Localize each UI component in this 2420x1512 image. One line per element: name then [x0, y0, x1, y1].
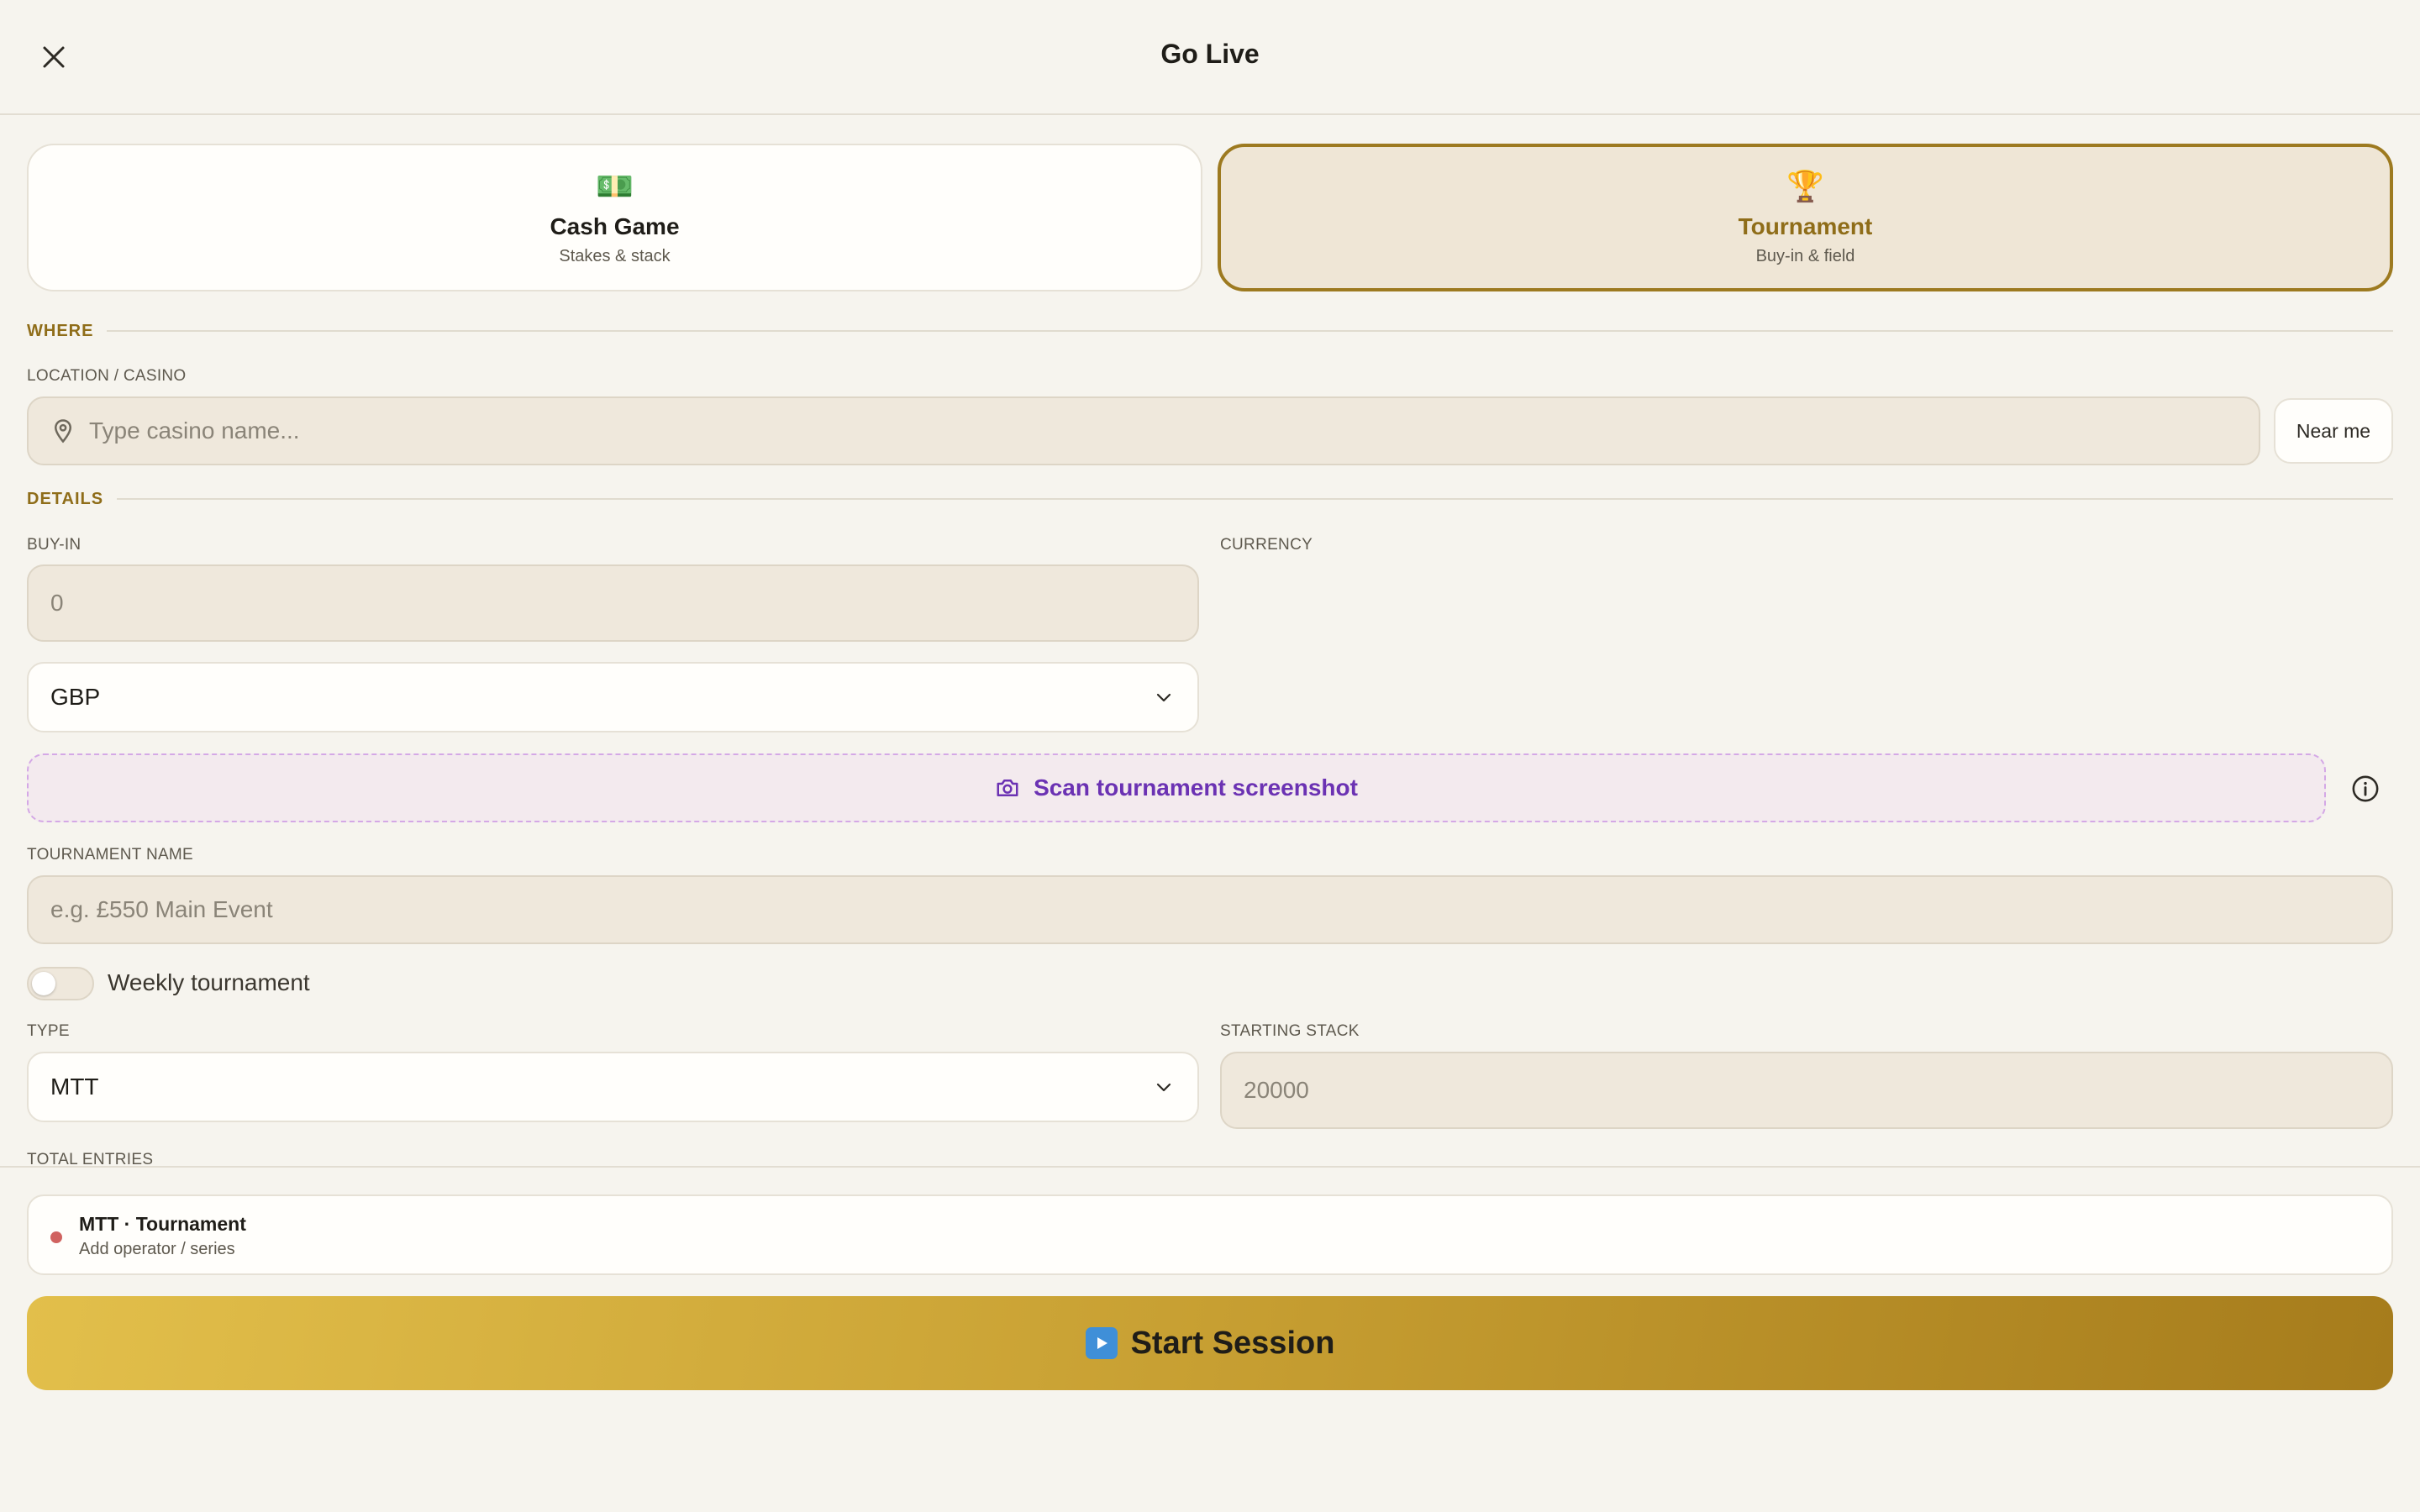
cash-game-option[interactable]: 💵 Cash Game Stakes & stack [27, 144, 1202, 291]
buy-in-value: 0 [50, 590, 64, 616]
currency-select[interactable]: GBP [27, 662, 1199, 732]
tournament-name-input[interactable]: e.g. £550 Main Event [27, 875, 2393, 944]
where-section-label: WHERE [27, 321, 94, 340]
details-section-header: DETAILS [27, 486, 2393, 512]
tournament-name-label: TOURNAMENT NAME [27, 846, 194, 864]
summary-title: MTT · Tournament [79, 1213, 246, 1235]
money-icon: 💵 [596, 168, 634, 203]
scan-label: Scan tournament screenshot [1034, 774, 1358, 801]
camera-icon [995, 775, 1020, 801]
type-label: TYPE [27, 1022, 70, 1040]
summary-subtitle: Add operator / series [79, 1240, 235, 1258]
type-value: MTT [50, 1074, 99, 1100]
details-section-label: DETAILS [27, 489, 104, 508]
footer-divider [0, 1166, 2420, 1168]
session-summary[interactable]: MTT · Tournament Add operator / series [27, 1194, 2393, 1275]
section-divider [117, 498, 2393, 500]
go-live-page: Go Live 💵 Cash Game Stakes & stack 🏆 Tou… [0, 0, 2420, 1512]
location-label: LOCATION / CASINO [27, 367, 187, 385]
starting-stack-label: STARTING STACK [1220, 1022, 1360, 1040]
weekly-label: Weekly tournament [108, 969, 310, 995]
trophy-icon: 🏆 [1786, 168, 1824, 203]
map-pin-icon [54, 419, 72, 444]
tournament-option[interactable]: 🏆 Tournament Buy-in & field [1218, 144, 2393, 291]
total-entries-label: TOTAL ENTRIES [27, 1151, 154, 1164]
chevron-down-icon [1156, 1083, 1171, 1092]
currency-label: CURRENCY [1220, 536, 1313, 554]
start-session-button[interactable]: Start Session [27, 1296, 2393, 1390]
cash-game-subtitle: Stakes & stack [559, 246, 671, 265]
start-session-label: Start Session [1130, 1325, 1335, 1361]
scan-screenshot-button[interactable]: Scan tournament screenshot [27, 753, 2326, 822]
info-icon[interactable] [2351, 774, 2380, 803]
buy-in-input[interactable]: 0 [27, 564, 1199, 642]
near-me-button[interactable]: Near me [2274, 398, 2393, 464]
page-title: Go Live [1160, 39, 1260, 69]
chevron-down-icon [1156, 693, 1171, 702]
location-input[interactable]: Type casino name... [27, 396, 2260, 465]
header: Go Live [0, 0, 2420, 115]
starting-stack-input[interactable]: 20000 [1220, 1052, 2393, 1129]
tournament-subtitle: Buy-in & field [1755, 246, 1855, 265]
location-placeholder: Type casino name... [89, 417, 300, 444]
tournament-name-placeholder: e.g. £550 Main Event [50, 896, 273, 922]
where-section-header: WHERE [27, 318, 2393, 344]
section-divider [107, 330, 2393, 332]
currency-value: GBP [50, 684, 101, 710]
play-icon [1085, 1327, 1118, 1359]
toggle-knob [32, 972, 55, 995]
tournament-label: Tournament [1738, 213, 1873, 239]
weekly-toggle[interactable] [27, 967, 94, 1000]
buy-in-label: BUY-IN [27, 536, 82, 554]
status-dot [50, 1231, 62, 1243]
starting-stack-value: 20000 [1244, 1077, 1309, 1103]
cash-game-label: Cash Game [550, 213, 680, 239]
type-select[interactable]: MTT [27, 1052, 1199, 1122]
